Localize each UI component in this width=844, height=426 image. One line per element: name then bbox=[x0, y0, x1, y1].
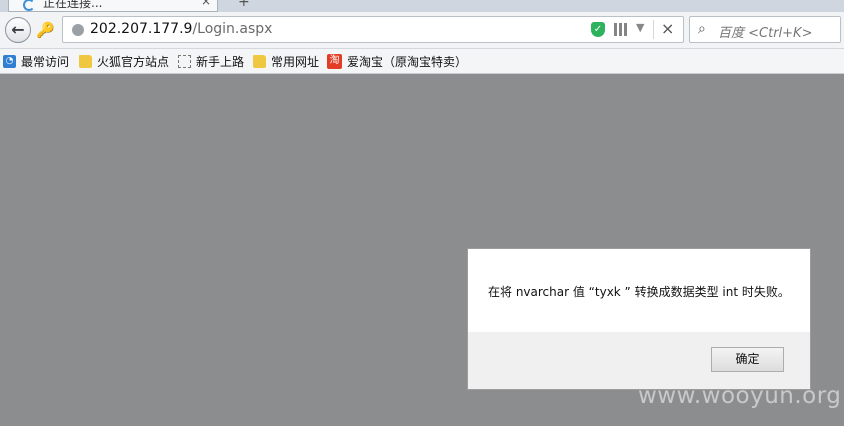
security-shield-icon[interactable]: ✓ bbox=[591, 22, 605, 37]
divider bbox=[653, 20, 654, 39]
dialog-message-area: 在将 nvarchar 值 “tyxk ” 转换成数据类型 int 时失败。 bbox=[468, 249, 810, 332]
bookmark-label: 常用网址 bbox=[271, 54, 320, 69]
search-icon[interactable]: ⌕ bbox=[698, 21, 706, 37]
url-path: /Login.aspx bbox=[192, 21, 273, 37]
tab-strip: 正在连接... × + bbox=[0, 0, 844, 12]
url-text[interactable]: 202.207.177.9/Login.aspx bbox=[90, 21, 272, 37]
folder-icon bbox=[253, 54, 266, 68]
chevron-down-icon[interactable]: ▼ bbox=[636, 21, 644, 34]
tab-active[interactable]: 正在连接... × bbox=[8, 0, 218, 12]
most-visited-icon: ◔ bbox=[3, 54, 16, 68]
bookmark-label: 新手上路 bbox=[196, 54, 245, 69]
bookmark-firefox-official[interactable]: 火狐官方站点 bbox=[79, 53, 169, 69]
key-icon[interactable]: 🔑 bbox=[36, 21, 55, 39]
new-tab-icon[interactable]: + bbox=[238, 0, 250, 10]
taobao-icon: 淘 bbox=[327, 53, 342, 69]
bookmark-label: 火狐官方站点 bbox=[97, 54, 170, 69]
dialog-message: 在将 nvarchar 值 “tyxk ” 转换成数据类型 int 时失败。 bbox=[488, 285, 790, 299]
bookmark-getting-started[interactable]: 新手上路 bbox=[178, 53, 244, 69]
folder-icon bbox=[79, 54, 92, 68]
bookmarks-toolbar: ◔ 最常访问 火狐官方站点 新手上路 常用网址 淘 爱淘宝（原淘宝特卖） bbox=[0, 49, 844, 74]
bookmark-most-visited[interactable]: ◔ 最常访问 bbox=[3, 53, 69, 69]
bookmark-label: 爱淘宝（原淘宝特卖） bbox=[347, 54, 468, 69]
globe-icon bbox=[72, 24, 84, 36]
bookmark-common-sites[interactable]: 常用网址 bbox=[253, 53, 319, 69]
stop-loading-icon[interactable]: × bbox=[661, 19, 674, 38]
tab-close-icon[interactable]: × bbox=[201, 0, 211, 8]
search-placeholder: 百度 <Ctrl+K> bbox=[718, 26, 813, 41]
ok-button[interactable]: 确定 bbox=[711, 347, 784, 372]
bookmark-ai-taobao[interactable]: 淘 爱淘宝（原淘宝特卖） bbox=[327, 53, 467, 69]
loading-spinner-icon bbox=[23, 0, 35, 11]
address-bar[interactable]: 202.207.177.9/Login.aspx ✓ ▼ × bbox=[62, 16, 684, 43]
alert-dialog: 在将 nvarchar 值 “tyxk ” 转换成数据类型 int 时失败。 确… bbox=[467, 248, 811, 390]
back-button[interactable]: ← bbox=[5, 17, 31, 43]
url-host: 202.207.177.9 bbox=[90, 21, 193, 37]
bookmark-label: 最常访问 bbox=[21, 54, 70, 69]
search-box[interactable]: ⌕ 百度 <Ctrl+K> bbox=[689, 16, 841, 43]
blank-page-icon bbox=[178, 54, 191, 68]
qr-code-icon[interactable] bbox=[614, 23, 627, 36]
watermark: www.wooyun.org bbox=[638, 383, 842, 409]
navigation-toolbar: ← 🔑 202.207.177.9/Login.aspx ✓ ▼ × ⌕ 百度 … bbox=[0, 12, 844, 49]
tab-title: 正在连接... bbox=[43, 0, 103, 10]
